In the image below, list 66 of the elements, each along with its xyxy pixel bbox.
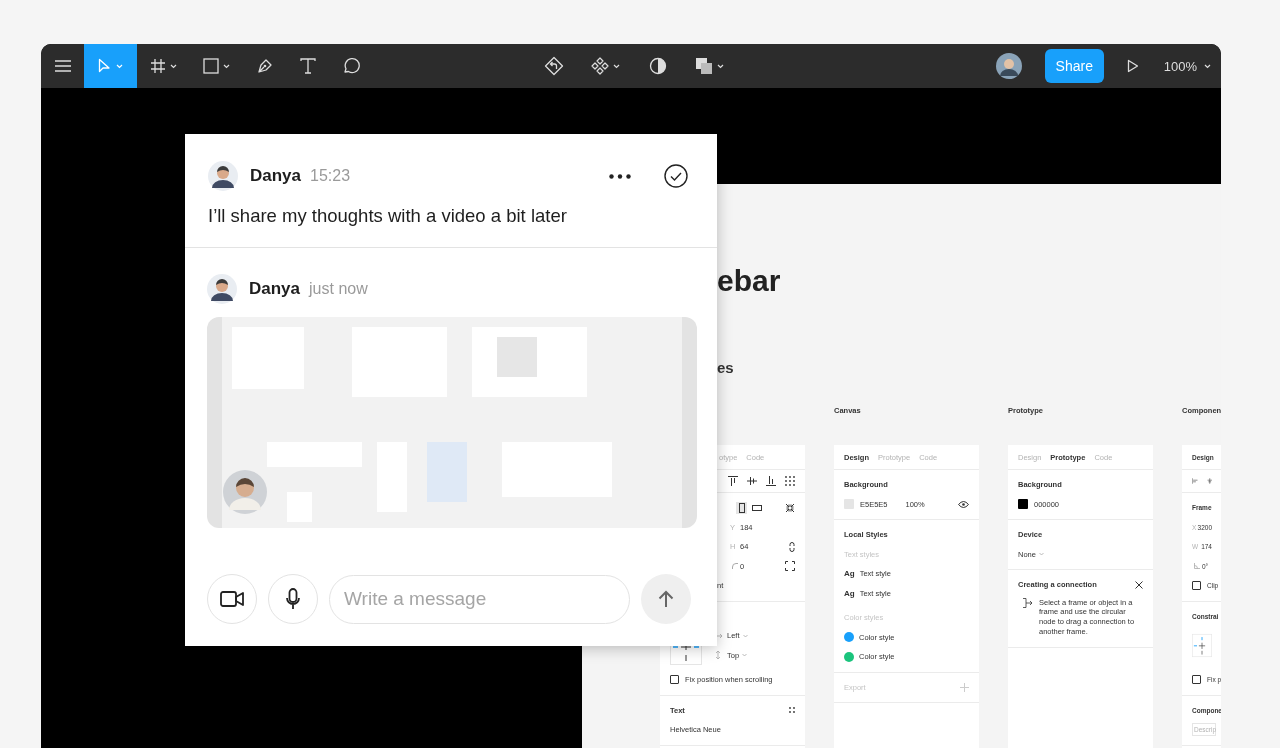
align-top-icon[interactable]: [728, 476, 738, 486]
microphone-icon: [286, 588, 300, 610]
send-button[interactable]: [641, 574, 691, 624]
avatar[interactable]: [995, 53, 1022, 79]
video-camera-icon: [220, 591, 244, 607]
avatar: [207, 274, 237, 304]
rectangle-icon: [203, 58, 219, 74]
checkbox[interactable]: [670, 675, 679, 685]
collapse-icon[interactable]: [785, 502, 795, 513]
menu-icon: [54, 60, 71, 72]
checkbox[interactable]: [1192, 675, 1201, 685]
microphone-button[interactable]: [268, 574, 318, 624]
corners-icon[interactable]: [785, 561, 795, 572]
caret-icon: [223, 63, 230, 69]
message-time: just now: [309, 280, 368, 298]
author-name: Danya: [249, 279, 301, 299]
caret-icon: [717, 63, 724, 69]
color-swatch[interactable]: [844, 499, 854, 510]
eye-icon[interactable]: [958, 500, 969, 508]
vertical-arrows-icon: [714, 651, 722, 660]
message-text: I’ll share my thoughts with a video a bit later: [208, 204, 568, 228]
caret-icon: [116, 63, 123, 69]
text-style-sample: Ag: [844, 569, 855, 579]
constraints-widget[interactable]: [670, 644, 702, 665]
caret-icon: [613, 63, 620, 69]
video-button[interactable]: [207, 574, 257, 624]
pen-icon: [256, 58, 273, 74]
return-arrow-icon: [543, 56, 564, 76]
cursor-icon: [98, 58, 112, 74]
avatar: [208, 161, 238, 191]
caret-icon: [1204, 63, 1211, 69]
color-swatch[interactable]: [1018, 499, 1028, 510]
message-input[interactable]: Write a message: [329, 574, 630, 624]
align-center-icon[interactable]: [1206, 476, 1212, 486]
boolean-icon: [695, 57, 713, 75]
caret-icon: [742, 653, 748, 658]
grid-dots-icon[interactable]: [785, 476, 795, 486]
more-icon[interactable]: [609, 173, 631, 179]
message-time: 15:23: [310, 167, 351, 185]
text-icon: [299, 58, 316, 74]
up-arrow-icon: [658, 590, 674, 608]
angle-icon: [1192, 563, 1202, 570]
caret-icon: [1038, 552, 1044, 557]
section-heading: es: [717, 358, 735, 378]
components-icon: [591, 57, 609, 75]
avatar: [223, 470, 267, 514]
zoom-dropdown[interactable]: 100%: [1163, 58, 1211, 74]
text-style-sample: Ag: [844, 588, 855, 598]
resolve-icon[interactable]: [664, 164, 688, 188]
caret-icon: [170, 63, 177, 69]
play-icon[interactable]: [1126, 59, 1139, 73]
corner-radius-icon: [730, 563, 740, 570]
frame-icon: [150, 58, 166, 74]
author-name: Danya: [250, 166, 302, 186]
connection-icon: [1022, 597, 1033, 608]
align-bottom-icon[interactable]: [766, 476, 776, 486]
close-icon[interactable]: [1135, 580, 1143, 589]
comment-icon: [341, 57, 360, 75]
contrast-icon: [648, 57, 667, 75]
portrait-toggle[interactable]: [736, 501, 747, 514]
grid-dots-icon[interactable]: [789, 707, 795, 714]
checkbox[interactable]: [1192, 581, 1201, 591]
lock-ratio-icon[interactable]: [789, 541, 795, 552]
frame-heading: ebar: [717, 264, 782, 298]
caret-icon: [742, 633, 748, 638]
align-middle-icon[interactable]: [747, 476, 757, 486]
